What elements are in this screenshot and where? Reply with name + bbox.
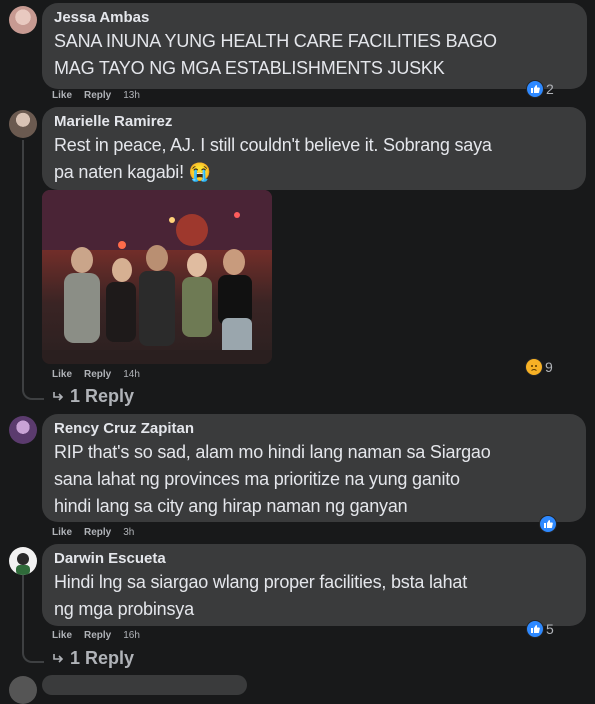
like-icon <box>539 515 557 533</box>
reply-button[interactable]: Reply <box>84 527 111 538</box>
view-replies-label[interactable]: 1 Reply <box>70 386 134 407</box>
thread-line <box>22 575 44 663</box>
timestamp[interactable]: 13h <box>123 90 140 101</box>
comment-author[interactable]: Jessa Ambas <box>54 9 575 27</box>
comment-actions: Like Reply 13h <box>52 90 140 101</box>
reply-button[interactable]: Reply <box>84 90 111 101</box>
like-button[interactable]: Like <box>52 630 72 641</box>
like-icon <box>526 80 544 98</box>
reply-arrow-icon <box>52 648 64 669</box>
avatar[interactable] <box>9 676 37 704</box>
avatar[interactable] <box>9 416 37 444</box>
comment-photo[interactable] <box>42 190 272 364</box>
comment-bubble: Rency Cruz Zapitan RIP that's so sad, al… <box>42 414 586 522</box>
comment-actions: Like Reply 16h <box>52 630 140 641</box>
avatar[interactable] <box>9 6 37 34</box>
view-replies-button[interactable]: 1 Reply <box>52 648 134 669</box>
reply-button[interactable]: Reply <box>84 369 111 380</box>
reaction-summary[interactable]: 2 <box>526 80 554 98</box>
like-button[interactable]: Like <box>52 527 72 538</box>
comment-text: SANA INUNA YUNG HEALTH CARE FACILITIES B… <box>54 31 497 78</box>
timestamp[interactable]: 16h <box>123 630 140 641</box>
timestamp[interactable]: 3h <box>123 527 134 538</box>
like-button[interactable]: Like <box>52 369 72 380</box>
reaction-count: 5 <box>546 621 554 637</box>
view-replies-label[interactable]: 1 Reply <box>70 648 134 669</box>
sad-icon <box>525 358 543 376</box>
view-replies-button[interactable]: 1 Reply <box>52 386 134 407</box>
comment-author[interactable]: Darwin Escueta <box>54 550 574 568</box>
comment-actions: Like Reply 14h <box>52 369 140 380</box>
comment-bubble: Darwin Escueta Hindi lng sa siargao wlan… <box>42 544 586 626</box>
comment-author[interactable]: Rency Cruz Zapitan <box>54 420 574 438</box>
like-button[interactable]: Like <box>52 90 72 101</box>
comment-text: Hindi lng sa siargao wlang proper facili… <box>54 572 468 619</box>
like-icon <box>526 620 544 638</box>
comment-text: RIP that's so sad, alam mo hindi lang na… <box>54 442 491 516</box>
comment-text: Rest in peace, AJ. I still couldn't beli… <box>54 135 492 182</box>
reaction-summary[interactable] <box>539 515 557 533</box>
timestamp[interactable]: 14h <box>123 369 140 380</box>
comment-bubble: Jessa Ambas SANA INUNA YUNG HEALTH CARE … <box>42 3 587 89</box>
reaction-summary[interactable]: 9 <box>525 358 553 376</box>
reaction-summary[interactable]: 5 <box>526 620 554 638</box>
thread-line <box>22 140 44 400</box>
comment-bubble: Marielle Ramirez Rest in peace, AJ. I st… <box>42 107 586 190</box>
comment-bubble <box>42 675 247 695</box>
comment-author[interactable]: Marielle Ramirez <box>54 113 574 131</box>
reaction-count: 2 <box>546 81 554 97</box>
reaction-count: 9 <box>545 359 553 375</box>
reply-button[interactable]: Reply <box>84 630 111 641</box>
comment-actions: Like Reply 3h <box>52 527 134 538</box>
reply-arrow-icon <box>52 386 64 407</box>
avatar[interactable] <box>9 547 37 575</box>
avatar[interactable] <box>9 110 37 138</box>
